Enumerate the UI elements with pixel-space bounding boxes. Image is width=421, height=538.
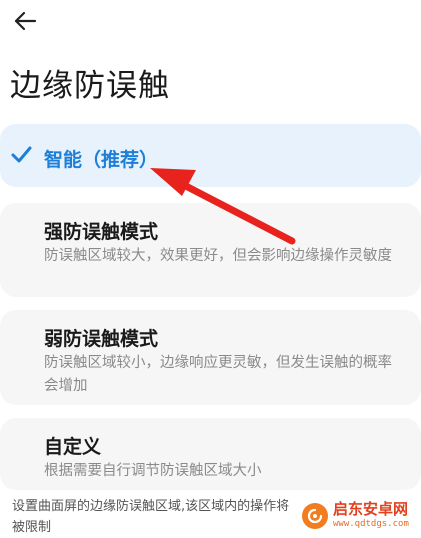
watermark-url: www.qdtdgs.com bbox=[333, 519, 409, 529]
back-button[interactable] bbox=[12, 8, 38, 34]
arrow-left-icon bbox=[14, 11, 37, 31]
check-icon bbox=[11, 146, 32, 163]
option-strong[interactable]: 强防误触模式 防误触区域较大，效果更好，但会影响边缘操作灵敏度 bbox=[0, 203, 421, 297]
option-smart[interactable]: 智能（推荐） bbox=[0, 124, 421, 187]
option-title: 智能（推荐） bbox=[44, 149, 159, 171]
option-weak[interactable]: 弱防误触模式 防误触区域较小，边缘响应更灵敏，但发生误触的概率会增加 bbox=[0, 310, 421, 405]
watermark-name: 启东安卓网 bbox=[333, 500, 409, 518]
page-title: 边缘防误触 bbox=[10, 68, 170, 104]
option-description: 根据需要自行调节防误触区域大小 bbox=[44, 463, 262, 479]
option-title: 弱防误触模式 bbox=[44, 328, 159, 350]
option-custom[interactable]: 自定义 根据需要自行调节防误触区域大小 bbox=[0, 418, 421, 490]
watermark-logo-icon bbox=[302, 502, 328, 529]
option-description: 防误触区域较大，效果更好，但会影响边缘操作灵敏度 bbox=[44, 248, 392, 264]
option-title: 自定义 bbox=[44, 436, 102, 458]
option-title: 强防误触模式 bbox=[44, 221, 159, 243]
watermark: 启东安卓网 www.qdtdgs.com bbox=[296, 496, 421, 535]
option-description: 防误触区域较小，边缘响应更灵敏，但发生误触的概率会增加 bbox=[44, 355, 392, 394]
footer-note: 设置曲面屏的边缘防误触区域,该区域内的操作将被限制 bbox=[12, 499, 290, 535]
